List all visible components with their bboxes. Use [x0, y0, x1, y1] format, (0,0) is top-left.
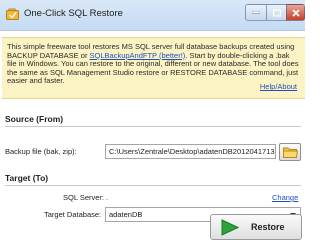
restore-button-label: Restore [251, 222, 285, 232]
close-button[interactable] [286, 4, 305, 21]
minimize-button[interactable] [245, 4, 267, 21]
minimize-icon [252, 11, 260, 14]
title-bar[interactable]: One-Click SQL Restore [0, 0, 305, 31]
backup-file-input[interactable]: C:\Users\Zentrale\Desktop\adatenDB201204… [105, 144, 276, 159]
folder-icon [283, 147, 298, 158]
target-database-value: adatenDB [109, 210, 143, 219]
app-window: One-Click SQL Restore This simple freewa… [0, 0, 305, 240]
target-database-label: Target Database: [44, 210, 102, 219]
restore-button[interactable]: Restore [210, 214, 302, 240]
source-divider [5, 126, 301, 127]
sql-server-label: SQL Server: [63, 193, 104, 202]
close-icon [291, 8, 300, 17]
info-panel: This simple freeware tool restores MS SQ… [2, 37, 305, 99]
maximize-icon [272, 9, 281, 16]
backup-file-label: Backup file (bak, zip): [5, 147, 77, 156]
change-server-link[interactable]: Change [272, 193, 298, 202]
window-title: One-Click SQL Restore [24, 8, 123, 19]
sql-server-value: . [106, 193, 109, 202]
app-icon [6, 8, 19, 21]
browse-folder-button[interactable] [279, 143, 301, 161]
play-icon [221, 219, 239, 236]
help-about-link[interactable]: Help/About [260, 83, 297, 92]
maximize-button[interactable] [266, 4, 287, 21]
target-section-title: Target (To) [5, 173, 49, 183]
target-divider [5, 185, 301, 186]
source-section-title: Source (From) [5, 114, 64, 124]
